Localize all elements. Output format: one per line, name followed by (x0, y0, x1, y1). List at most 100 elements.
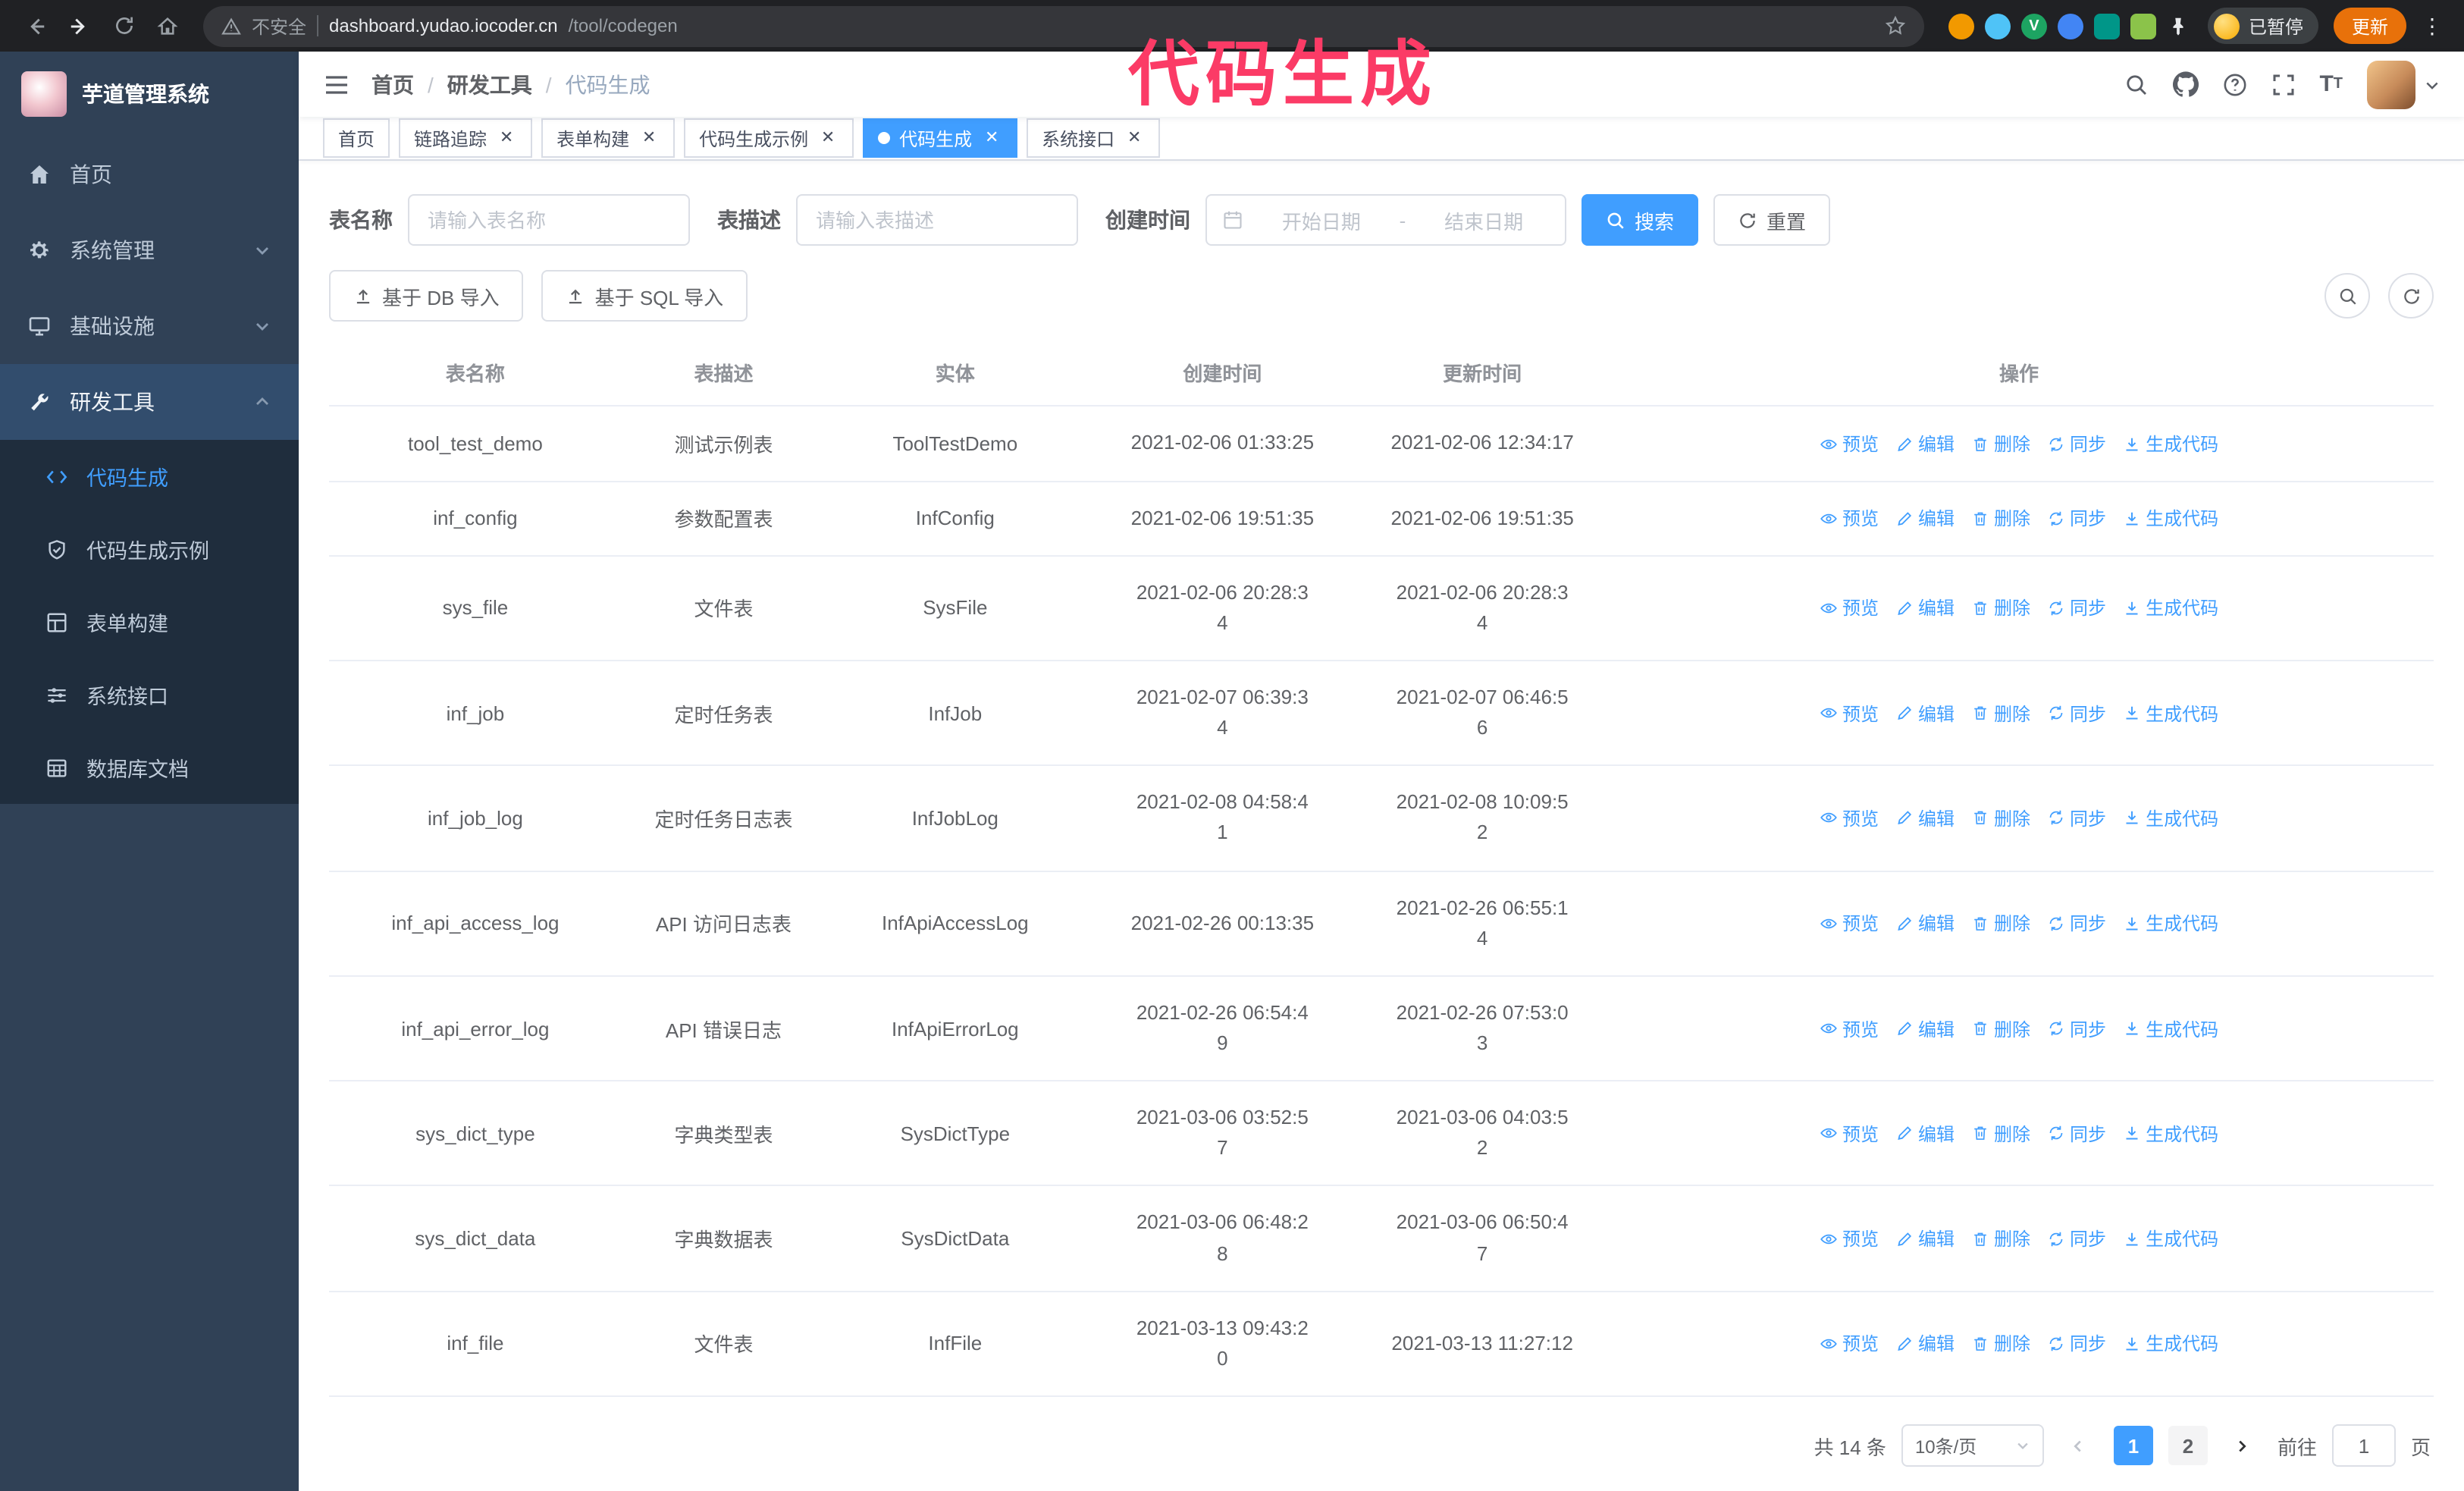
sidebar-item-codegen-example[interactable]: 代码生成示例 (0, 513, 299, 585)
address-bar[interactable]: 不安全 dashboard.yudao.iocoder.cn/tool/code… (203, 5, 1924, 46)
import-db-button[interactable]: 基于 DB 导入 (329, 270, 524, 322)
edit-link[interactable]: 编辑 (1895, 700, 1955, 726)
preview-link[interactable]: 预览 (1820, 910, 1879, 936)
table-name-input[interactable] (408, 194, 690, 246)
browser-home-button[interactable] (147, 5, 188, 46)
sync-link[interactable]: 同步 (2047, 1331, 2106, 1357)
sync-link[interactable]: 同步 (2047, 1226, 2106, 1251)
prev-page-button[interactable] (2058, 1426, 2099, 1465)
sidebar-item-code-generation[interactable]: 代码生成 (0, 440, 299, 513)
sidebar-item-form-builder[interactable]: 表单构建 (0, 585, 299, 658)
generate-code-link[interactable]: 生成代码 (2123, 700, 2218, 726)
edit-link[interactable]: 编辑 (1895, 1121, 1955, 1147)
sync-link[interactable]: 同步 (2047, 700, 2106, 726)
delete-link[interactable]: 删除 (1971, 1226, 2030, 1251)
extension-icon[interactable] (1984, 13, 2011, 39)
generate-code-link[interactable]: 生成代码 (2123, 1015, 2218, 1041)
delete-link[interactable]: 删除 (1971, 1331, 2030, 1357)
delete-link[interactable]: 删除 (1971, 1015, 2030, 1041)
delete-link[interactable]: 删除 (1971, 805, 2030, 831)
tab-codegen-example[interactable]: 代码生成示例 ✕ (684, 118, 854, 159)
preview-link[interactable]: 预览 (1820, 1121, 1879, 1147)
extension-icon[interactable] (2093, 13, 2120, 39)
preview-link[interactable]: 预览 (1820, 805, 1879, 831)
reset-button[interactable]: 重置 (1713, 194, 1831, 246)
sync-link[interactable]: 同步 (2047, 1121, 2106, 1147)
refresh-table-button[interactable] (2388, 273, 2434, 319)
generate-code-link[interactable]: 生成代码 (2123, 805, 2218, 831)
close-icon[interactable]: ✕ (496, 128, 517, 149)
tab-home[interactable]: 首页 (323, 118, 390, 159)
close-icon[interactable]: ✕ (638, 128, 660, 149)
edit-link[interactable]: 编辑 (1895, 1226, 1955, 1251)
delete-link[interactable]: 删除 (1971, 1121, 2030, 1147)
sync-link[interactable]: 同步 (2047, 805, 2106, 831)
sidebar-item-infrastructure[interactable]: 基础设施 (0, 288, 299, 364)
close-icon[interactable]: ✕ (817, 128, 839, 149)
search-button[interactable]: 搜索 (1582, 194, 1699, 246)
browser-back-button[interactable] (15, 5, 56, 46)
sidebar-item-database-docs[interactable]: 数据库文档 (0, 731, 299, 804)
generate-code-link[interactable]: 生成代码 (2123, 1121, 2218, 1147)
edit-link[interactable]: 编辑 (1895, 1015, 1955, 1041)
profile-paused-badge[interactable]: 已暂停 (2207, 8, 2318, 44)
font-size-button[interactable]: TT (2319, 73, 2343, 96)
edit-link[interactable]: 编辑 (1895, 595, 1955, 621)
header-search-button[interactable] (2124, 72, 2148, 96)
preview-link[interactable]: 预览 (1820, 1226, 1879, 1251)
sync-link[interactable]: 同步 (2047, 910, 2106, 936)
preview-link[interactable]: 预览 (1820, 1331, 1879, 1357)
breadcrumb-home[interactable]: 首页 (371, 69, 414, 99)
extension-icon[interactable]: V (2020, 13, 2047, 39)
delete-link[interactable]: 删除 (1971, 910, 2030, 936)
generate-code-link[interactable]: 生成代码 (2123, 595, 2218, 621)
sidebar-item-system-api[interactable]: 系统接口 (0, 658, 299, 731)
generate-code-link[interactable]: 生成代码 (2123, 1331, 2218, 1357)
pinned-extension-pin-icon[interactable] (2167, 14, 2190, 37)
import-sql-button[interactable]: 基于 SQL 导入 (541, 270, 748, 322)
sync-link[interactable]: 同步 (2047, 595, 2106, 621)
sidebar-item-home[interactable]: 首页 (0, 137, 299, 212)
delete-link[interactable]: 删除 (1971, 505, 2030, 531)
browser-update-button[interactable]: 更新 (2333, 8, 2406, 44)
page-size-select[interactable]: 10条/页 (1901, 1424, 2044, 1467)
preview-link[interactable]: 预览 (1820, 505, 1879, 531)
tab-form-builder[interactable]: 表单构建 ✕ (541, 118, 676, 159)
edit-link[interactable]: 编辑 (1895, 505, 1955, 531)
page-button-2[interactable]: 2 (2168, 1426, 2208, 1465)
sidebar-logo[interactable]: 芋道管理系统 (0, 52, 299, 137)
sidebar-item-system-management[interactable]: 系统管理 (0, 212, 299, 288)
extension-icon[interactable] (2057, 13, 2083, 39)
edit-link[interactable]: 编辑 (1895, 910, 1955, 936)
page-button-1[interactable]: 1 (2113, 1426, 2153, 1465)
generate-code-link[interactable]: 生成代码 (2123, 910, 2218, 936)
tab-trace[interactable]: 链路追踪 ✕ (399, 118, 533, 159)
github-link[interactable] (2172, 71, 2199, 97)
edit-link[interactable]: 编辑 (1895, 1331, 1955, 1357)
user-menu[interactable] (2367, 60, 2440, 109)
delete-link[interactable]: 删除 (1971, 431, 2030, 457)
sync-link[interactable]: 同步 (2047, 505, 2106, 531)
sync-link[interactable]: 同步 (2047, 1015, 2106, 1041)
fullscreen-button[interactable] (2271, 72, 2295, 96)
preview-link[interactable]: 预览 (1820, 1015, 1879, 1041)
preview-link[interactable]: 预览 (1820, 595, 1879, 621)
sidebar-collapse-button[interactable] (323, 71, 350, 98)
preview-link[interactable]: 预览 (1820, 431, 1879, 457)
breadcrumb-dev-tools[interactable]: 研发工具 (447, 69, 532, 99)
generate-code-link[interactable]: 生成代码 (2123, 505, 2218, 531)
browser-reload-button[interactable] (103, 5, 144, 46)
delete-link[interactable]: 删除 (1971, 700, 2030, 726)
edit-link[interactable]: 编辑 (1895, 431, 1955, 457)
bookmark-star-icon[interactable] (1885, 15, 1906, 36)
close-icon[interactable]: ✕ (1124, 128, 1145, 149)
generate-code-link[interactable]: 生成代码 (2123, 431, 2218, 457)
close-icon[interactable]: ✕ (981, 128, 1002, 149)
next-page-button[interactable] (2222, 1426, 2262, 1465)
browser-menu-kebab-icon[interactable]: ⋮ (2409, 13, 2449, 39)
toggle-search-button[interactable] (2324, 273, 2370, 319)
extension-icon[interactable] (2130, 13, 2156, 39)
edit-link[interactable]: 编辑 (1895, 805, 1955, 831)
preview-link[interactable]: 预览 (1820, 700, 1879, 726)
create-time-range-picker[interactable]: 开始日期 - 结束日期 (1205, 194, 1566, 246)
